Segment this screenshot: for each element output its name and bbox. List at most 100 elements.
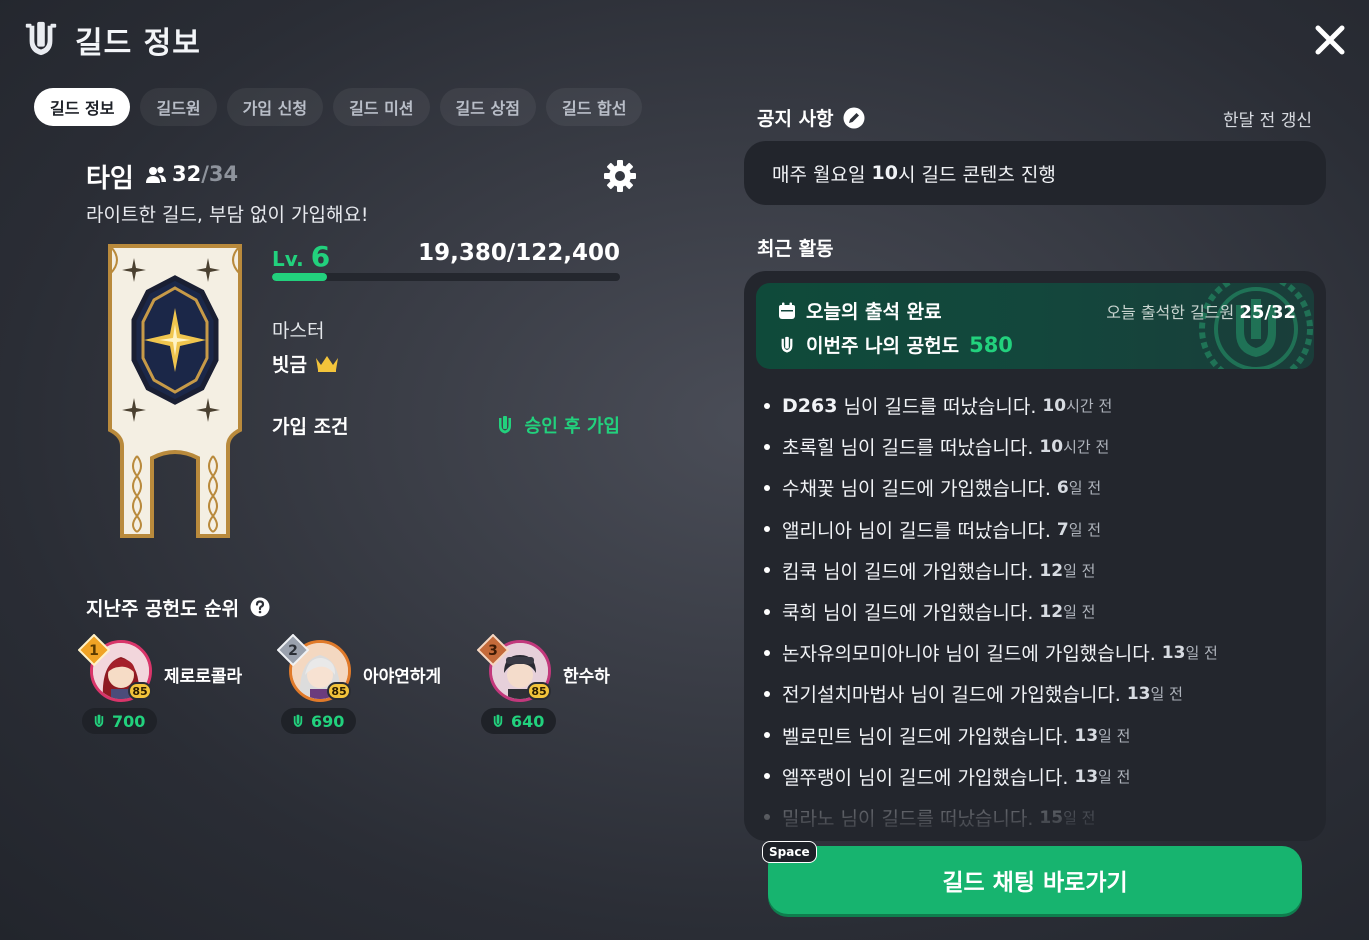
bullet-dot xyxy=(764,443,770,450)
activity-text: 님이 길드에 가입했습니다. xyxy=(939,643,1156,666)
rank-level-badge: 85 xyxy=(128,682,152,700)
activity-item: 논자유의모미아니야 님이 길드에 가입했습니다. 13일 전 xyxy=(764,632,1314,673)
rank-number: 3 xyxy=(488,643,498,659)
guild-exp: 19,380/122,400 xyxy=(418,240,620,266)
member-count-current: 32 xyxy=(172,162,202,186)
activity-time-unit: 시간 전 xyxy=(1063,438,1110,457)
notice-text-pre: 매주 월요일 xyxy=(772,163,872,186)
edit-icon[interactable] xyxy=(843,107,865,129)
bullet-dot xyxy=(764,690,770,697)
activity-item: 수채꽃 님이 길드에 가입했습니다. 6일 전 xyxy=(764,467,1314,508)
rank-points: 640 xyxy=(481,708,557,734)
activity-time: 12일 전 xyxy=(1039,601,1095,622)
contribution-icon xyxy=(493,714,503,727)
join-condition-label: 가입 조건 xyxy=(272,416,349,438)
activity-time-number: 13 xyxy=(1126,684,1151,705)
rank-points-value: 700 xyxy=(112,711,146,731)
bullet-dot xyxy=(764,649,770,656)
activity-title: 최근 활동 xyxy=(757,238,834,260)
activity-text: 님이 길드를 떠났습니다. xyxy=(837,396,1037,419)
rank-entry-2[interactable]: 2 85 아야연하게 690 xyxy=(277,634,477,750)
bullet-dot xyxy=(764,608,770,615)
activity-item: 쿡희 님이 길드에 가입했습니다. 12일 전 xyxy=(764,591,1314,632)
activity-item: 킴쿡 님이 길드에 가입했습니다. 12일 전 xyxy=(764,550,1314,591)
guild-crest-icon xyxy=(25,21,57,56)
contribution-label: 이번주 나의 공헌도 xyxy=(806,335,960,357)
tab-join-requests[interactable]: 가입 신청 xyxy=(226,88,324,126)
master-label: 마스터 xyxy=(272,320,325,342)
notice-title: 공지 사항 xyxy=(757,108,834,130)
contribution-value: 580 xyxy=(969,332,1013,357)
exp-progress-fill xyxy=(272,273,327,281)
member-count: 32/34 xyxy=(172,162,238,186)
activity-item: 벨로민트 님이 길드에 가입했습니다. 13일 전 xyxy=(764,715,1314,756)
activity-item: D263 님이 길드를 떠났습니다. 10시간 전 xyxy=(764,385,1314,426)
member-count-max: 34 xyxy=(208,162,239,186)
activity-time: 12일 전 xyxy=(1039,560,1095,581)
guild-level: Lv. 6 xyxy=(272,240,330,273)
activity-time-unit: 일 전 xyxy=(1098,767,1131,786)
activity-member-name: 초록힐 xyxy=(782,437,835,460)
rank-level-badge: 85 xyxy=(527,682,551,700)
contribution-icon xyxy=(781,336,793,353)
activity-time: 6일 전 xyxy=(1057,477,1101,498)
today-attendance-label: 오늘 출석한 길드원 xyxy=(1106,303,1235,322)
activity-time-number: 6 xyxy=(1056,478,1069,499)
rank-number: 1 xyxy=(89,643,99,659)
rank-points: 700 xyxy=(82,708,158,734)
activity-time: 10시간 전 xyxy=(1042,395,1112,416)
rank-name: 아야연하게 xyxy=(363,667,442,687)
activity-time-number: 13 xyxy=(1074,766,1099,787)
activity-panel[interactable]: 오늘의 출석 완료 이번주 나의 공헌도 580 오늘 출석한 길드원 25/3… xyxy=(744,271,1326,841)
rank-badge: 1 xyxy=(78,634,110,666)
rank-name: 제로로콜라 xyxy=(164,667,243,687)
weekly-contribution: 이번주 나의 공헌도 580 xyxy=(778,331,1013,358)
activity-text: 님이 길드에 가입했습니다. xyxy=(834,478,1051,501)
contribution-icon xyxy=(94,714,104,727)
close-icon[interactable] xyxy=(1310,20,1350,60)
activity-item: 초록힐 님이 길드를 떠났습니다. 10시간 전 xyxy=(764,426,1314,467)
activity-time-number: 13 xyxy=(1161,643,1186,664)
tab-shop[interactable]: 길드 상점 xyxy=(439,88,536,126)
activity-time-unit: 일 전 xyxy=(1063,561,1096,580)
exp-progress-bar xyxy=(272,273,620,281)
window-title: 길드 정보 xyxy=(75,26,201,61)
members-icon xyxy=(146,166,166,183)
help-icon[interactable] xyxy=(250,597,270,617)
activity-time-number: 7 xyxy=(1056,519,1069,540)
activity-time-unit: 일 전 xyxy=(1068,479,1102,498)
rank-points-value: 640 xyxy=(511,711,545,731)
rank-level-badge: 85 xyxy=(327,682,351,700)
tab-members[interactable]: 길드원 xyxy=(140,88,217,126)
activity-time: 13일 전 xyxy=(1127,683,1183,704)
guild-chat-button[interactable]: 길드 채팅 바로가기 xyxy=(768,846,1302,914)
rank-entry-1[interactable]: 1 85 제로로콜라 700 xyxy=(78,634,278,750)
activity-time-unit: 일 전 xyxy=(1098,726,1131,745)
tab-merge[interactable]: 길드 합선 xyxy=(545,88,643,126)
today-attendance: 오늘 출석한 길드원 25/32 xyxy=(1106,299,1296,323)
contribution-icon xyxy=(498,416,511,434)
member-count-separator: / xyxy=(201,162,209,186)
activity-time-unit: 일 전 xyxy=(1150,685,1183,704)
bullet-dot xyxy=(764,773,770,780)
tab-missions[interactable]: 길드 미션 xyxy=(333,88,430,126)
activity-member-name: 논자유의모미아니야 xyxy=(782,643,940,666)
ranking-title: 지난주 공헌도 순위 xyxy=(86,598,240,620)
rank-entry-3[interactable]: 3 85 한수하 640 xyxy=(477,634,677,750)
activity-time: 13일 전 xyxy=(1074,766,1130,787)
activity-member-name: 전기설치마법사 xyxy=(782,684,905,707)
activity-time-unit: 일 전 xyxy=(1185,644,1218,663)
join-condition-text: 승인 후 가입 xyxy=(524,416,620,437)
tab-guild-info[interactable]: 길드 정보 xyxy=(34,88,131,126)
settings-icon[interactable] xyxy=(602,158,638,194)
level-prefix: Lv. xyxy=(272,247,304,271)
rank-number: 2 xyxy=(288,643,298,659)
activity-time-number: 10 xyxy=(1042,396,1067,417)
activity-time: 7일 전 xyxy=(1057,519,1101,540)
activity-member-name: 수채꽃 xyxy=(782,478,835,501)
notice-text-bold: 10 xyxy=(871,162,898,184)
guild-description: 라이트한 길드, 부담 없이 가입해요! xyxy=(86,204,369,226)
activity-member-name: 쿡희 xyxy=(782,602,817,625)
rank-name: 한수하 xyxy=(563,667,610,687)
rank-points-value: 690 xyxy=(311,711,345,731)
